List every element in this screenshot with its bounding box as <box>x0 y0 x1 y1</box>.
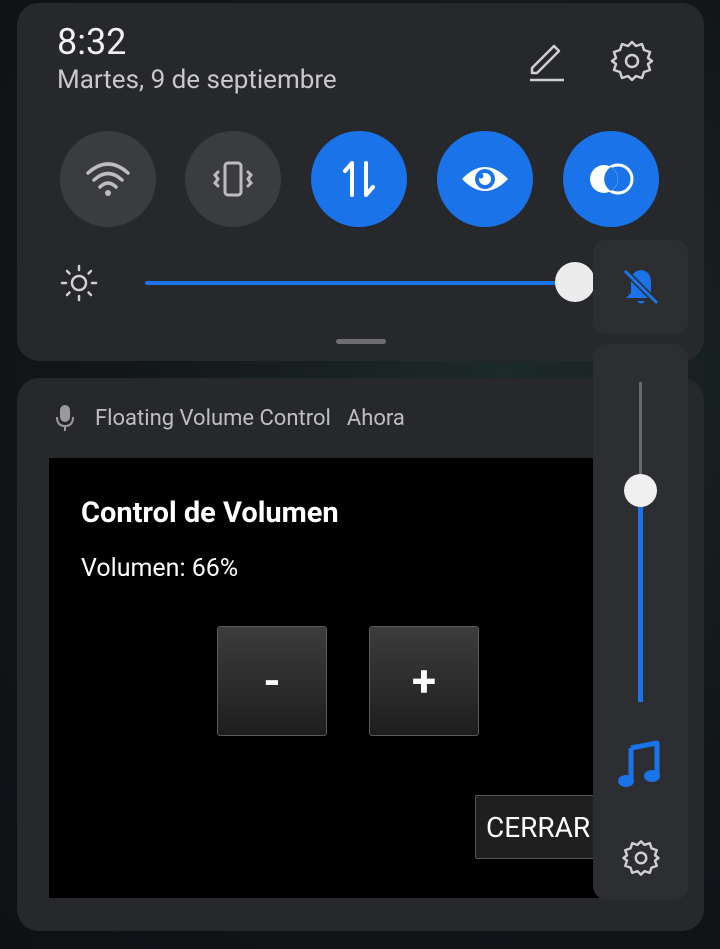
panel-drag-handle[interactable] <box>336 339 386 344</box>
music-note-icon[interactable] <box>617 740 663 790</box>
wifi-tile[interactable] <box>60 131 156 227</box>
notification-content: Control de Volumen Volumen: 66% - + CERR… <box>49 458 615 898</box>
volume-slider-fill <box>638 490 643 702</box>
sun-icon <box>59 263 99 303</box>
volume-percentage-label: Volumen: 66% <box>81 554 239 583</box>
date-label: Martes, 9 de septiembre <box>57 65 337 95</box>
bell-off-icon <box>622 268 659 306</box>
edit-tiles-button[interactable] <box>522 39 568 85</box>
volume-control-title: Control de Volumen <box>81 496 339 530</box>
volume-popup <box>593 344 688 900</box>
color-inversion-tile[interactable] <box>563 131 659 227</box>
mobile-data-tile[interactable] <box>311 131 407 227</box>
volume-settings-icon[interactable] <box>620 837 662 879</box>
pencil-icon <box>530 44 564 82</box>
color-inversion-icon <box>590 163 634 195</box>
eye-comfort-tile[interactable] <box>437 131 533 227</box>
gear-icon <box>610 40 654 82</box>
vibrate-icon <box>213 161 253 197</box>
mobile-data-icon <box>343 161 375 197</box>
notification-time: Ahora <box>346 405 405 431</box>
ringer-mode-button[interactable] <box>593 240 688 334</box>
volume-up-button[interactable]: + <box>369 626 479 736</box>
brightness-slider-thumb[interactable] <box>555 262 595 302</box>
clock: 8:32 <box>57 21 127 63</box>
notification-app-name: Floating Volume Control <box>95 405 331 431</box>
eye-comfort-icon <box>462 167 508 191</box>
notification-header: Floating Volume Control Ahora <box>55 404 405 432</box>
volume-down-button[interactable]: - <box>217 626 327 736</box>
settings-button[interactable] <box>608 37 656 85</box>
vibrate-tile[interactable] <box>185 131 281 227</box>
volume-slider-thumb[interactable] <box>624 474 657 507</box>
microphone-icon <box>56 405 74 431</box>
brightness-slider[interactable] <box>145 281 575 285</box>
wifi-icon <box>86 162 130 196</box>
